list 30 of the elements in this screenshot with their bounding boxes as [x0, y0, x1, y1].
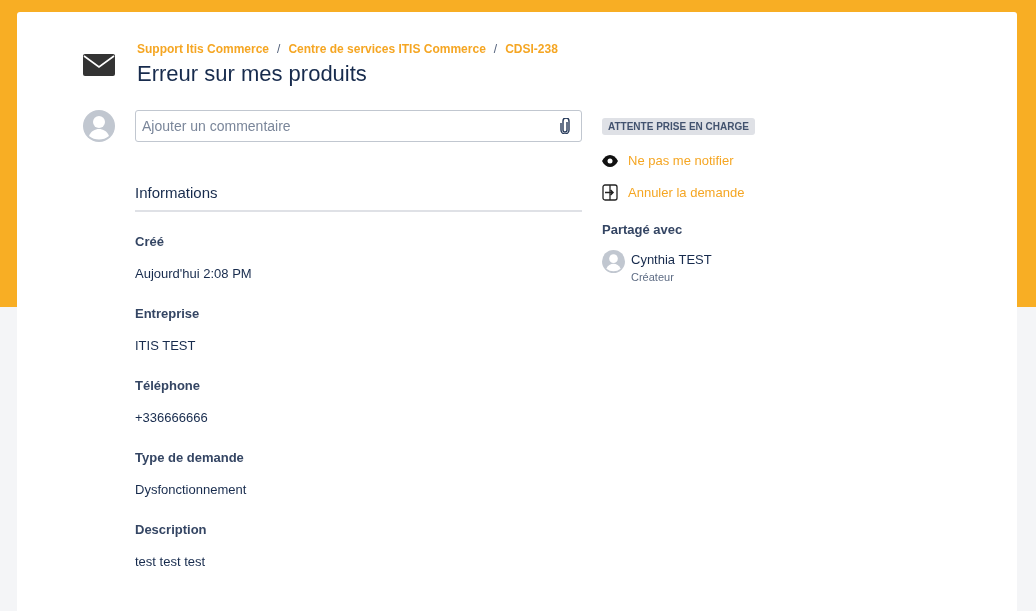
eye-icon — [602, 154, 618, 167]
field-label: Entreprise — [135, 304, 201, 323]
breadcrumb-separator: / — [277, 41, 281, 58]
field-value: test test test — [135, 553, 207, 571]
field-label: Type de demande — [135, 448, 245, 467]
avatar-icon — [83, 110, 115, 142]
field-value: Aujourd'hui 2:08 PM — [135, 265, 253, 283]
section-heading: Informations — [135, 182, 582, 212]
action-link[interactable]: Ne pas me notifier — [628, 151, 734, 171]
field-value: ITIS TEST — [135, 337, 197, 355]
exit-icon — [602, 183, 618, 201]
action-link[interactable]: Annuler la demande — [628, 182, 745, 202]
breadcrumb-link[interactable]: Centre de services ITIS Commerce — [288, 40, 486, 58]
field-label: Téléphone — [135, 376, 201, 395]
breadcrumb-separator: / — [493, 41, 498, 58]
field-value: +336666666 — [135, 409, 209, 427]
field-value: Dysfonctionnement — [135, 481, 248, 499]
breadcrumb-link[interactable]: Support Itis Commerce — [137, 40, 270, 58]
field-label: Description — [135, 520, 208, 539]
person-role: Créateur — [631, 270, 675, 285]
shared-heading: Partagé avec — [602, 221, 684, 239]
request-title: Erreur sur mes produits — [137, 60, 368, 88]
avatar-icon — [602, 249, 625, 273]
field-label: Créé — [135, 232, 165, 251]
status-lozenge: ATTENTE PRISE EN CHARGE — [602, 118, 755, 135]
person-name: Cynthia TEST — [631, 250, 712, 269]
breadcrumb-link[interactable]: CDSI-238 — [505, 40, 558, 58]
paperclip-icon[interactable] — [560, 118, 570, 134]
envelope-icon — [83, 54, 115, 76]
comment-field[interactable]: Ajouter un commentaire — [135, 110, 582, 142]
